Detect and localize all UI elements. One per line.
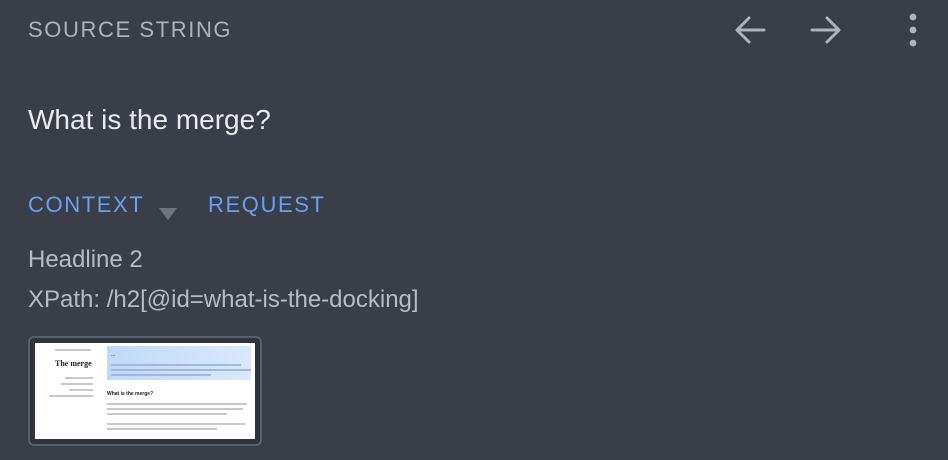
thumbnail-line bbox=[107, 403, 247, 405]
caret-down-icon bbox=[159, 208, 177, 220]
thumbnail-line bbox=[107, 428, 217, 430]
thumbnail-line bbox=[65, 377, 93, 379]
thumbnail-sidebar: The merge bbox=[35, 343, 101, 439]
context-xpath: XPath: /h2[@id=what-is-the-docking] bbox=[28, 286, 419, 313]
thumbnail-heading: What is the merge? bbox=[107, 391, 154, 397]
section-label: SOURCE STRING bbox=[28, 17, 233, 42]
arrow-right-icon bbox=[810, 16, 841, 44]
thumbnail-line bbox=[107, 423, 245, 425]
thumbnail-line bbox=[49, 395, 93, 397]
thumbnail-page: The merge ... What is the merge? bbox=[35, 343, 255, 439]
header: SOURCE STRING bbox=[28, 13, 928, 47]
source-string-text: What is the merge? bbox=[28, 104, 271, 135]
thumbnail-line bbox=[107, 413, 227, 415]
thumbnail-banner-title: ... bbox=[111, 352, 116, 358]
more-options-button[interactable] bbox=[898, 12, 928, 48]
tab-request[interactable]: REQUEST bbox=[208, 190, 326, 220]
context-screenshot-thumbnail[interactable]: The merge ... What is the merge? bbox=[28, 336, 262, 446]
thumbnail-line bbox=[69, 389, 93, 391]
previous-button[interactable] bbox=[730, 12, 770, 48]
thumbnail-line bbox=[55, 349, 91, 351]
thumbnail-line bbox=[61, 383, 93, 385]
thumbnail-line bbox=[107, 408, 243, 410]
thumbnail-line bbox=[111, 374, 211, 376]
thumbnail-line bbox=[111, 369, 251, 371]
thumbnail-page-title: The merge bbox=[55, 359, 92, 368]
context-dropdown-button[interactable] bbox=[158, 199, 178, 229]
arrow-left-icon bbox=[735, 16, 766, 44]
more-vertical-icon bbox=[909, 13, 917, 47]
context-element-type: Headline 2 bbox=[28, 246, 143, 273]
thumbnail-banner: ... bbox=[107, 346, 251, 380]
next-button[interactable] bbox=[806, 12, 846, 48]
thumbnail-line bbox=[111, 364, 241, 366]
tab-context[interactable]: CONTEXT bbox=[28, 190, 144, 220]
